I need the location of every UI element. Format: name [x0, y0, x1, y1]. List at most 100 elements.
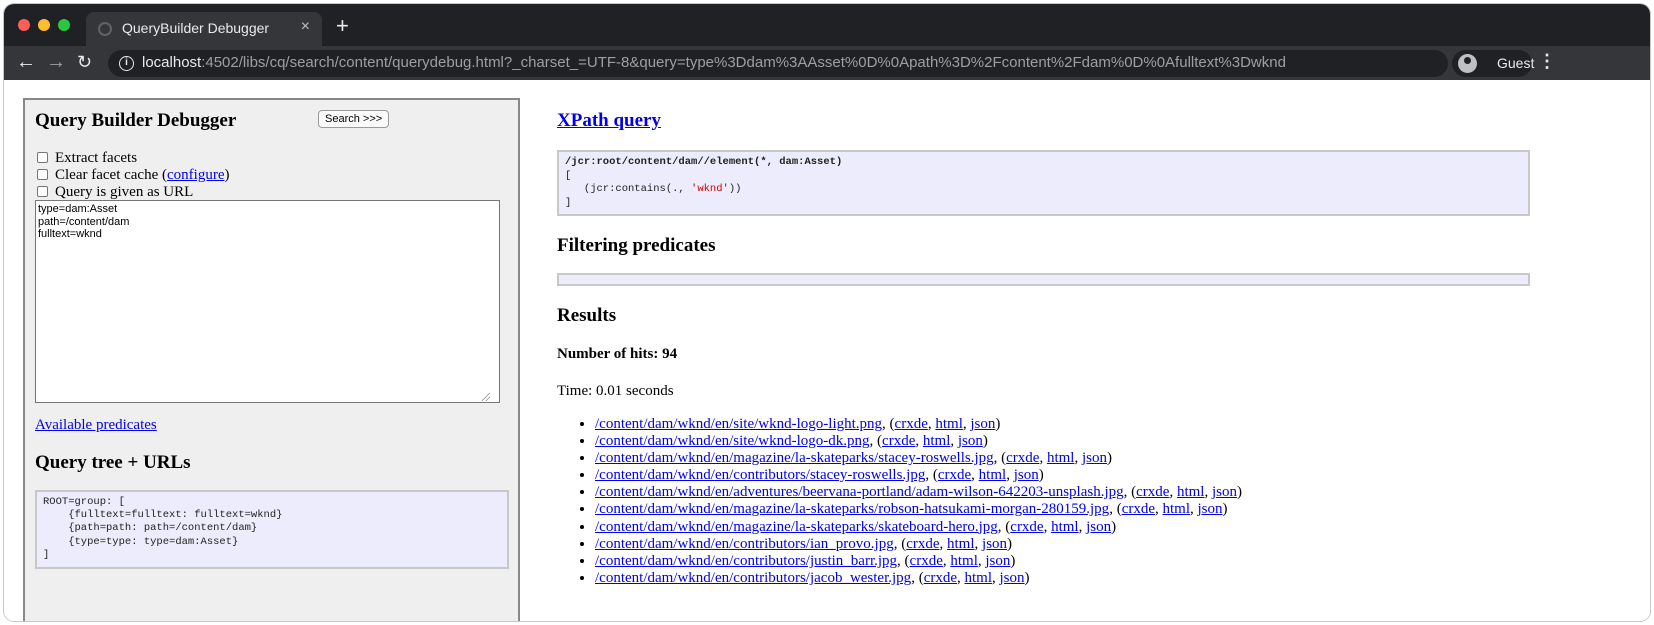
query-url-label: Query is given as URL [55, 184, 194, 200]
query-url-checkbox[interactable] [37, 186, 48, 197]
globe-icon [98, 22, 112, 36]
json-link[interactable]: json [985, 553, 1010, 569]
extract-facets-row: Extract facets [37, 150, 137, 167]
json-link[interactable]: json [970, 416, 995, 432]
close-tab-icon[interactable]: × [301, 18, 310, 36]
page-content: Query Builder Debugger Search >>> Extrac… [4, 80, 1650, 621]
html-link[interactable]: html [979, 467, 1007, 483]
crxde-link[interactable]: crxde [924, 570, 957, 586]
result-item: /content/dam/wknd/en/site/wknd-logo-ligh… [595, 416, 1242, 433]
results-title: Results [557, 305, 617, 326]
result-item: /content/dam/wknd/en/contributors/stacey… [595, 467, 1242, 484]
json-link[interactable]: json [1198, 501, 1223, 517]
browser-tab[interactable]: QueryBuilder Debugger × [86, 12, 322, 46]
extract-facets-label: Extract facets [55, 150, 138, 166]
tab-title: QueryBuilder Debugger [122, 20, 270, 36]
json-link[interactable]: json [1082, 450, 1107, 466]
result-item: /content/dam/wknd/en/magazine/la-skatepa… [595, 501, 1242, 518]
crxde-link[interactable]: crxde [895, 416, 928, 432]
html-link[interactable]: html [1177, 484, 1205, 500]
back-button[interactable]: ← [16, 50, 36, 74]
crxde-link[interactable]: crxde [938, 467, 971, 483]
query-time: Time: 0.01 seconds [557, 383, 674, 399]
profile-avatar-icon [1458, 54, 1477, 73]
result-path-link[interactable]: /content/dam/wknd/en/contributors/jacob_… [595, 570, 911, 586]
debugger-title: Query Builder Debugger [35, 110, 237, 131]
filtering-predicates-box [557, 273, 1530, 286]
json-link[interactable]: json [982, 536, 1007, 552]
hits-count: Number of hits: 94 [557, 346, 678, 362]
filtering-predicates-title: Filtering predicates [557, 235, 716, 256]
new-tab-button[interactable]: + [336, 15, 349, 37]
address-bar[interactable]: i localhost:4502/libs/cq/search/content/… [108, 50, 1448, 77]
query-url-row: Query is given as URL [37, 184, 193, 201]
html-link[interactable]: html [947, 536, 975, 552]
query-textarea[interactable]: type=dam:Asset path=/content/dam fulltex… [35, 200, 500, 403]
clear-cache-row: Clear facet cache (configure) [37, 167, 229, 184]
result-path-link[interactable]: /content/dam/wknd/en/contributors/stacey… [595, 467, 925, 483]
result-path-link[interactable]: /content/dam/wknd/en/magazine/la-skatepa… [595, 519, 998, 535]
result-item: /content/dam/wknd/en/site/wknd-logo-dk.p… [595, 433, 1242, 450]
browser-window: QueryBuilder Debugger × + ← → ↻ i localh… [4, 4, 1650, 621]
forward-button[interactable]: → [46, 50, 66, 74]
window-maximize-button[interactable] [58, 19, 70, 31]
html-link[interactable]: html [935, 416, 963, 432]
result-path-link[interactable]: /content/dam/wknd/en/site/wknd-logo-ligh… [595, 416, 882, 432]
results-list: /content/dam/wknd/en/site/wknd-logo-ligh… [557, 416, 1242, 587]
window-minimize-button[interactable] [38, 19, 50, 31]
result-item: /content/dam/wknd/en/contributors/jacob_… [595, 570, 1242, 587]
result-item: /content/dam/wknd/en/contributors/justin… [595, 553, 1242, 570]
json-link[interactable]: json [1000, 570, 1025, 586]
result-path-link[interactable]: /content/dam/wknd/en/magazine/la-skatepa… [595, 450, 994, 466]
html-link[interactable]: html [923, 433, 951, 449]
result-path-link[interactable]: /content/dam/wknd/en/adventures/beervana… [595, 484, 1124, 500]
textarea-resize-handle[interactable] [482, 393, 490, 401]
crxde-link[interactable]: crxde [1010, 519, 1043, 535]
query-form-panel: Query Builder Debugger Search >>> Extrac… [23, 98, 520, 621]
configure-link[interactable]: configure [167, 167, 224, 183]
result-item: /content/dam/wknd/en/adventures/beervana… [595, 484, 1242, 501]
query-tree-title: Query tree + URLs [35, 452, 191, 473]
xpath-query-link[interactable]: XPath query [557, 110, 661, 131]
result-item: /content/dam/wknd/en/contributors/ian_pr… [595, 536, 1242, 553]
result-path-link[interactable]: /content/dam/wknd/en/magazine/la-skatepa… [595, 501, 1109, 517]
xpath-query-box: /jcr:root/content/dam//element(*, dam:As… [557, 150, 1530, 216]
browser-toolbar: ← → ↻ i localhost:4502/libs/cq/search/co… [4, 46, 1650, 80]
result-path-link[interactable]: /content/dam/wknd/en/contributors/justin… [595, 553, 897, 569]
crxde-link[interactable]: crxde [1122, 501, 1155, 517]
url-text[interactable]: localhost:4502/libs/cq/search/content/qu… [142, 54, 1286, 71]
json-link[interactable]: json [1212, 484, 1237, 500]
result-path-link[interactable]: /content/dam/wknd/en/contributors/ian_pr… [595, 536, 894, 552]
xpath-query-title: XPath query [557, 110, 661, 132]
json-link[interactable]: json [1014, 467, 1039, 483]
browser-menu-icon[interactable]: ⋮ [1538, 51, 1556, 72]
reload-button[interactable]: ↻ [77, 50, 92, 74]
html-link[interactable]: html [1163, 501, 1191, 517]
json-link[interactable]: json [958, 433, 983, 449]
crxde-link[interactable]: crxde [906, 536, 939, 552]
site-info-icon[interactable]: i [119, 56, 134, 71]
query-tree-box: ROOT=group: [ {fulltext=fulltext: fullte… [35, 490, 509, 569]
extract-facets-checkbox[interactable] [37, 152, 48, 163]
json-link[interactable]: json [1086, 519, 1111, 535]
profile-label: Guest [1497, 55, 1535, 71]
result-path-link[interactable]: /content/dam/wknd/en/site/wknd-logo-dk.p… [595, 433, 870, 449]
crxde-link[interactable]: crxde [1136, 484, 1169, 500]
clear-cache-label: Clear facet cache ( [55, 167, 167, 183]
result-item: /content/dam/wknd/en/magazine/la-skatepa… [595, 519, 1242, 536]
title-bar: QueryBuilder Debugger × + [4, 4, 1650, 46]
profile-button[interactable]: Guest [1452, 50, 1535, 77]
crxde-link[interactable]: crxde [1006, 450, 1039, 466]
html-link[interactable]: html [950, 553, 978, 569]
window-close-button[interactable] [18, 19, 30, 31]
crxde-link[interactable]: crxde [910, 553, 943, 569]
crxde-link[interactable]: crxde [882, 433, 915, 449]
search-button[interactable]: Search >>> [318, 110, 390, 128]
clear-cache-checkbox[interactable] [37, 169, 48, 180]
result-item: /content/dam/wknd/en/magazine/la-skatepa… [595, 450, 1242, 467]
html-link[interactable]: html [1051, 519, 1079, 535]
html-link[interactable]: html [965, 570, 993, 586]
html-link[interactable]: html [1047, 450, 1075, 466]
available-predicates-link[interactable]: Available predicates [35, 417, 157, 434]
clear-cache-suffix: ) [224, 167, 230, 183]
